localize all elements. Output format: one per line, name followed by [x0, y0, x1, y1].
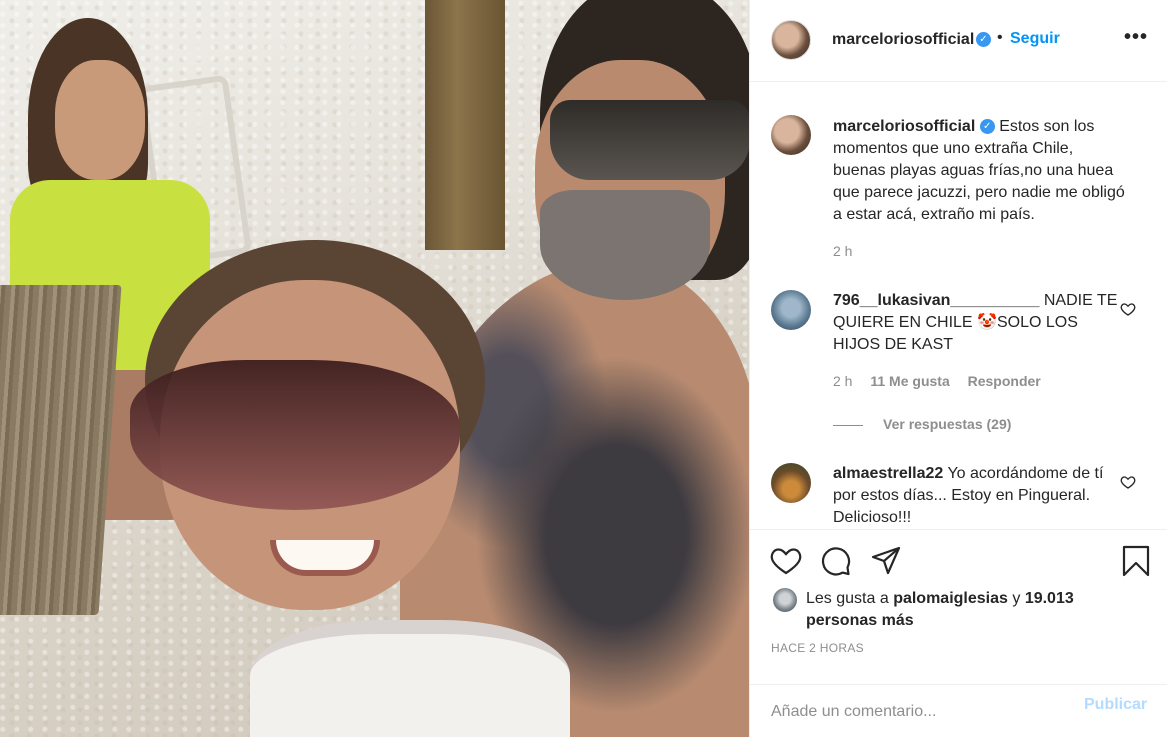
verified-badge-icon: ✓	[979, 119, 995, 135]
verified-badge-icon: ✓	[976, 32, 991, 47]
post-header: marceloriosofficial ✓ • Seguir •••	[750, 0, 1167, 82]
like-heart-icon[interactable]	[770, 545, 802, 577]
comment-avatar[interactable]	[771, 463, 811, 503]
replies-divider	[833, 425, 863, 426]
separator-dot: •	[997, 29, 1003, 46]
comment-username[interactable]: almaestrella22	[833, 465, 943, 482]
comment-text: 796__lukasivan__________ NADIE TE QUIERE…	[833, 290, 1128, 356]
caption-avatar[interactable]	[771, 115, 811, 155]
comments-list[interactable]: marceloriosofficial ✓ Estos son los mome…	[750, 83, 1167, 529]
comment-username[interactable]: 796__lukasivan__________	[833, 292, 1039, 309]
comment-bubble-icon[interactable]	[820, 545, 852, 577]
likes-conj: y	[1012, 590, 1021, 607]
post-photo[interactable]	[0, 0, 749, 737]
post-sidebar: marceloriosofficial ✓ • Seguir ••• marce…	[749, 0, 1167, 737]
caption-time[interactable]: 2 h	[833, 243, 852, 259]
likes-summary: Les gusta a palomaiglesias y 19.013 pers…	[806, 588, 1106, 632]
caption-username[interactable]: marceloriosofficial	[833, 118, 975, 135]
comment-time[interactable]: 2 h	[833, 373, 852, 389]
caption-text: marceloriosofficial ✓ Estos son los mome…	[833, 116, 1128, 226]
follow-button[interactable]: Seguir	[1010, 30, 1060, 48]
more-options-icon[interactable]: •••	[1124, 26, 1148, 49]
comment-avatar[interactable]	[771, 290, 811, 330]
liker-username[interactable]: palomaiglesias	[893, 590, 1008, 607]
post-actions: Les gusta a palomaiglesias y 19.013 pers…	[750, 529, 1167, 737]
like-comment-heart-icon[interactable]	[1120, 301, 1136, 317]
reply-button[interactable]: Responder	[968, 373, 1041, 389]
view-replies-button[interactable]: Ver respuestas (29)	[883, 416, 1011, 432]
post-timestamp[interactable]: HACE 2 HORAS	[771, 641, 864, 655]
author-avatar[interactable]	[771, 20, 811, 60]
like-comment-heart-icon[interactable]	[1120, 474, 1136, 490]
liker-avatar[interactable]	[773, 588, 797, 612]
comment-text: almaestrella22 Yo acordándome de tí por …	[833, 463, 1128, 529]
save-bookmark-icon[interactable]	[1120, 545, 1152, 577]
comment-input[interactable]	[771, 701, 1071, 723]
author-username[interactable]: marceloriosofficial	[832, 31, 974, 49]
caption-meta: 2 h	[833, 243, 866, 259]
comment-likes[interactable]: 11 Me gusta	[870, 373, 949, 389]
likes-prefix: Les gusta a	[806, 590, 889, 607]
comment-meta: 2 h 11 Me gusta Responder	[833, 373, 1055, 389]
publish-button[interactable]: Publicar	[1084, 696, 1147, 714]
share-send-icon[interactable]	[870, 545, 902, 577]
woman-figure	[120, 240, 570, 737]
